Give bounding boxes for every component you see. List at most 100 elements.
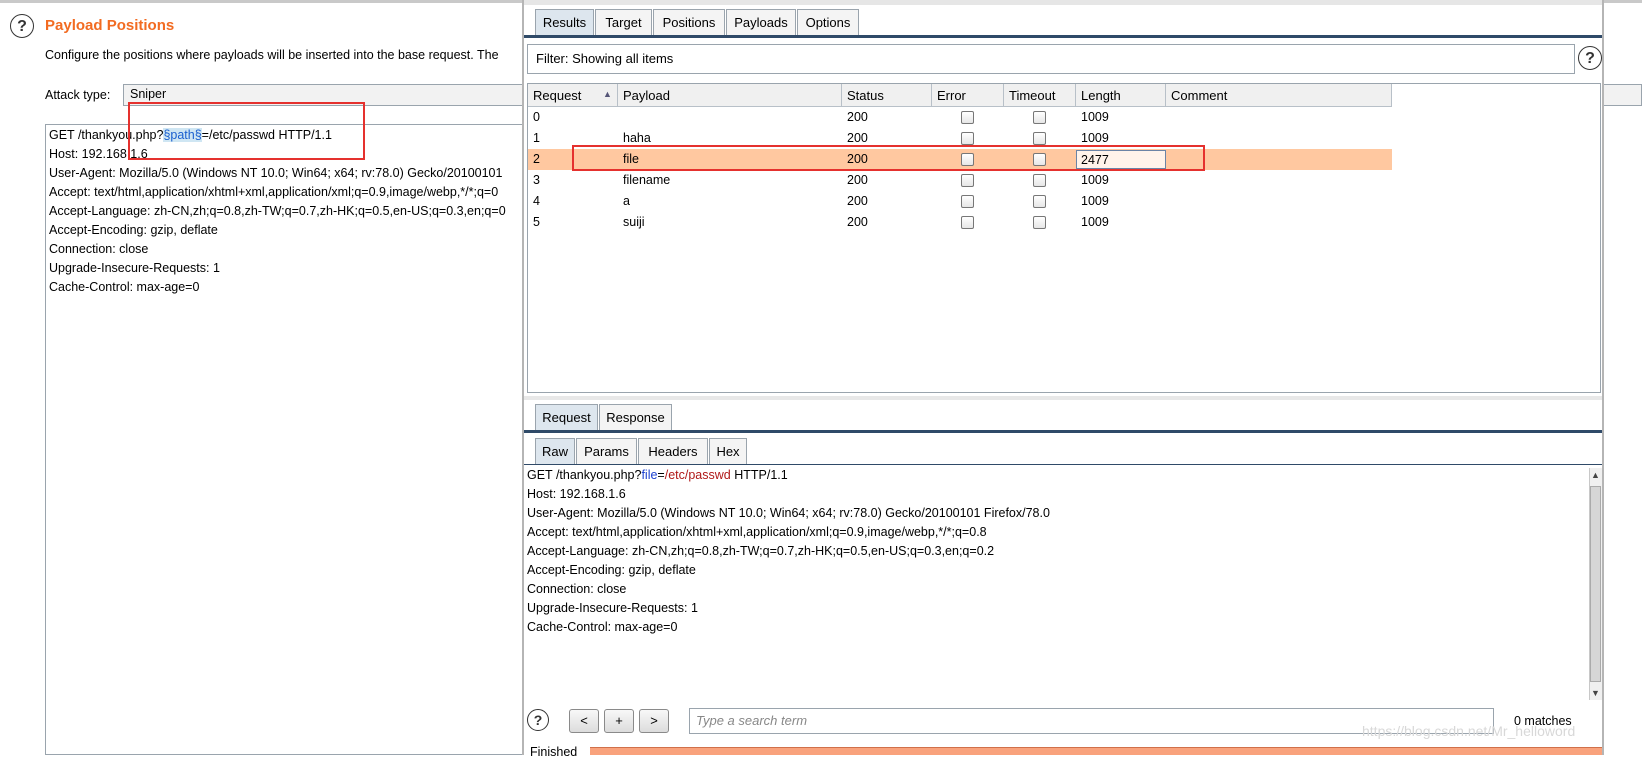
cell-status: 200 — [847, 173, 868, 187]
table-row[interactable]: 3 filename 200 1009 — [528, 170, 1392, 191]
table-row[interactable]: 4 a 200 1009 — [528, 191, 1392, 212]
param-name: file — [641, 468, 658, 482]
request-line: User-Agent: Mozilla/5.0 (Windows NT 10.0… — [49, 166, 503, 180]
cell-payload: suiji — [623, 215, 645, 229]
help-icon[interactable]: ? — [1578, 46, 1602, 70]
column-header-payload[interactable]: Payload — [618, 84, 842, 107]
column-header-request[interactable]: Request ▲ — [528, 84, 618, 107]
detail-tab-bar: Request Response — [524, 404, 1602, 434]
cell-request: 1 — [533, 131, 540, 145]
raw-line-first: GET /thankyou.php?file=/etc/passwd HTTP/… — [527, 468, 788, 482]
cell-request: 2 — [533, 152, 540, 166]
cell-status: 200 — [847, 110, 868, 124]
tab-response[interactable]: Response — [599, 404, 672, 430]
timeout-checkbox[interactable] — [1033, 111, 1046, 124]
cell-length: 1009 — [1081, 215, 1109, 229]
tab-request[interactable]: Request — [535, 404, 598, 430]
tab-hex[interactable]: Hex — [709, 438, 747, 464]
request-line: Accept: text/html,application/xhtml+xml,… — [49, 185, 499, 199]
column-header-timeout[interactable]: Timeout — [1004, 84, 1076, 107]
param-value: /etc/passwd — [664, 468, 731, 482]
cell-length: 1009 — [1081, 194, 1109, 208]
table-row[interactable]: 5 suiji 200 1009 — [528, 212, 1392, 233]
base-request-editor[interactable]: GET /thankyou.php?§path§=/etc/passwd HTT… — [45, 124, 585, 755]
add-button[interactable]: + — [604, 709, 634, 733]
cell-length: 1009 — [1081, 173, 1109, 187]
raw-request-viewer[interactable]: GET /thankyou.php?file=/etc/passwd HTTP/… — [527, 468, 1577, 700]
cell-request: 5 — [533, 215, 540, 229]
cell-request: 0 — [533, 110, 540, 124]
column-header-status[interactable]: Status — [842, 84, 932, 107]
error-checkbox[interactable] — [961, 216, 974, 229]
status-label: Finished — [530, 745, 578, 759]
error-checkbox[interactable] — [961, 132, 974, 145]
previous-match-button[interactable]: < — [569, 709, 599, 733]
scroll-down-icon[interactable]: ▼ — [1591, 688, 1600, 698]
view-tab-bar: Raw Params Headers Hex — [524, 438, 1602, 466]
tab-underline — [524, 35, 1602, 38]
intruder-results-window: Results Target Positions Payloads Option… — [522, 0, 1604, 759]
cell-length: 1009 — [1081, 131, 1109, 145]
raw-path: GET /thankyou.php? — [527, 468, 642, 482]
cell-request: 3 — [533, 173, 540, 187]
request-line: Accept-Language: zh-CN,zh;q=0.8,zh-TW;q=… — [49, 204, 506, 218]
panel-title: Payload Positions — [45, 17, 175, 34]
cell-status: 200 — [847, 131, 868, 145]
timeout-checkbox[interactable] — [1033, 174, 1046, 187]
timeout-checkbox[interactable] — [1033, 216, 1046, 229]
timeout-checkbox[interactable] — [1033, 195, 1046, 208]
tab-positions[interactable]: Positions — [653, 9, 725, 35]
table-row[interactable]: 0 200 1009 — [528, 107, 1392, 128]
tab-underline — [524, 464, 1602, 465]
column-header-length[interactable]: Length — [1076, 84, 1166, 107]
main-tab-bar: Results Target Positions Payloads Option… — [524, 9, 1602, 38]
error-checkbox[interactable] — [961, 111, 974, 124]
sort-ascending-icon: ▲ — [603, 89, 612, 99]
error-checkbox[interactable] — [961, 174, 974, 187]
tab-headers[interactable]: Headers — [638, 438, 708, 464]
error-checkbox[interactable] — [961, 195, 974, 208]
cell-length: 1009 — [1081, 110, 1109, 124]
raw-line: Accept: text/html,application/xhtml+xml,… — [527, 525, 987, 539]
cell-payload: a — [623, 194, 630, 208]
cell-status: 200 — [847, 194, 868, 208]
request-line: Cache-Control: max-age=0 — [49, 280, 200, 294]
tab-raw[interactable]: Raw — [535, 438, 575, 464]
cell-request: 4 — [533, 194, 540, 208]
param-equals: = — [657, 468, 665, 482]
cell-payload: filename — [623, 173, 671, 187]
next-match-button[interactable]: > — [639, 709, 669, 733]
tab-underline — [524, 430, 1602, 433]
request-line: Connection: close — [49, 242, 149, 256]
progress-bar — [590, 747, 1602, 755]
annotation-box — [572, 145, 1205, 171]
window-top-edge — [524, 0, 1602, 5]
raw-line: Host: 192.168.1.6 — [527, 487, 626, 501]
raw-line: Cache-Control: max-age=0 — [527, 620, 678, 634]
raw-protocol: HTTP/1.1 — [730, 468, 788, 482]
watermark: https://blog.csdn.net/Mr_helloword — [1362, 723, 1576, 739]
panel-description: Configure the positions where payloads w… — [45, 48, 499, 62]
tab-target[interactable]: Target — [595, 9, 652, 35]
pane-splitter[interactable] — [524, 396, 1602, 400]
annotation-box — [128, 102, 365, 160]
tab-results[interactable]: Results — [535, 9, 594, 35]
request-line: Accept-Encoding: gzip, deflate — [49, 223, 218, 237]
scroll-up-icon[interactable]: ▲ — [1591, 470, 1600, 480]
cell-status: 200 — [847, 215, 868, 229]
help-icon[interactable]: ? — [527, 709, 549, 731]
raw-line: Accept-Language: zh-CN,zh;q=0.8,zh-TW;q=… — [527, 544, 995, 558]
column-header-comment[interactable]: Comment — [1166, 84, 1392, 107]
tab-payloads[interactable]: Payloads — [726, 9, 796, 35]
tab-params[interactable]: Params — [576, 438, 637, 464]
attack-type-label: Attack type: — [45, 88, 111, 102]
tab-options[interactable]: Options — [797, 9, 859, 35]
scrollbar-thumb[interactable] — [1590, 486, 1601, 682]
filter-bar[interactable]: Filter: Showing all items — [527, 44, 1575, 74]
request-line: Upgrade-Insecure-Requests: 1 — [49, 261, 220, 275]
raw-line: Accept-Encoding: gzip, deflate — [527, 563, 696, 577]
results-table: Request ▲ Payload Status Error Timeout Le… — [527, 83, 1601, 393]
help-icon[interactable]: ? — [10, 14, 34, 38]
timeout-checkbox[interactable] — [1033, 132, 1046, 145]
column-header-error[interactable]: Error — [932, 84, 1004, 107]
